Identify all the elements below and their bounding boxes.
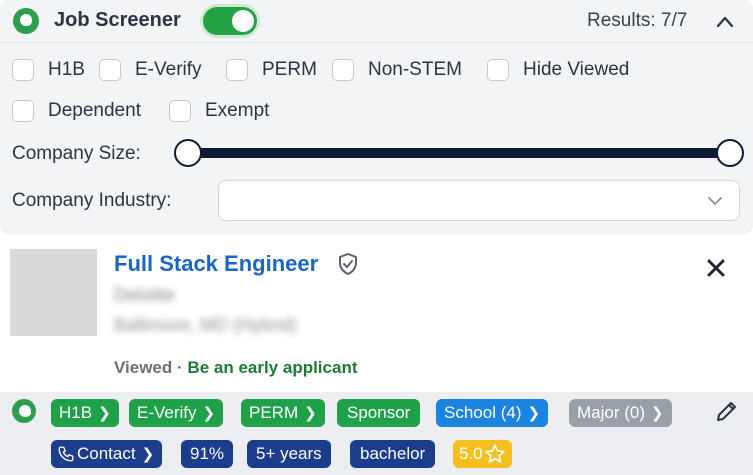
header-divider — [0, 42, 753, 43]
tag-label: 5+ years — [256, 444, 322, 463]
checkbox-box[interactable] — [12, 100, 34, 122]
tag-major[interactable]: Major (0) ❯ — [569, 399, 672, 427]
toggle-knob — [232, 10, 254, 32]
company-size-min-handle[interactable] — [174, 139, 202, 167]
results-count: Results: 7/7 — [587, 10, 688, 31]
checkbox-label: Non-STEM — [368, 59, 462, 80]
company-size-slider-track[interactable] — [188, 148, 730, 158]
checkbox-dependent[interactable]: Dependent — [12, 98, 141, 124]
job-status: Viewed · Be an early applicant — [114, 358, 358, 378]
tag-label: 5.0 — [459, 444, 483, 463]
chevron-right-icon: ❯ — [98, 405, 111, 422]
tag-e-verify[interactable]: E-Verify ❯ — [129, 399, 224, 427]
job-title-link[interactable]: Full Stack Engineer — [114, 251, 318, 277]
early-applicant-label: Be an early applicant — [187, 358, 358, 377]
tag-bar: H1B ❯ E-Verify ❯ PERM ❯ Sponsor School (4) ❯… — [0, 392, 753, 475]
app-logo-icon — [12, 399, 36, 423]
company-size-max-handle[interactable] — [716, 139, 744, 167]
chevron-right-icon: ❯ — [202, 405, 216, 422]
checkbox-hide-viewed[interactable]: Hide Viewed — [487, 57, 629, 83]
checkbox-non-stem[interactable]: Non-STEM — [332, 57, 462, 83]
chevron-right-icon: ❯ — [141, 446, 155, 463]
checkbox-box[interactable] — [99, 59, 121, 81]
checkbox-label: PERM — [262, 59, 317, 80]
tag-degree[interactable]: bachelor — [350, 440, 436, 468]
tag-rating[interactable]: 5.0 — [453, 440, 512, 468]
checkbox-label: Exempt — [205, 100, 270, 121]
screener-toggle[interactable] — [203, 7, 257, 35]
checkbox-box[interactable] — [226, 59, 248, 81]
tag-match-score[interactable]: 91% — [181, 440, 234, 468]
star-icon — [485, 444, 505, 463]
company-size-label: Company Size: — [12, 143, 141, 164]
job-location: Baltimore, MD (Hybrid) — [114, 315, 298, 335]
chevron-up-icon[interactable] — [715, 12, 735, 32]
chevron-right-icon: ❯ — [304, 405, 317, 422]
pencil-edit-icon[interactable] — [714, 398, 740, 424]
app-title: Job Screener — [54, 9, 181, 31]
checkbox-box[interactable] — [12, 59, 34, 81]
tag-label: 91% — [190, 444, 225, 463]
tag-label: H1B — [59, 403, 93, 422]
checkbox-label: E-Verify — [135, 59, 202, 80]
tag-perm[interactable]: PERM ❯ — [241, 399, 325, 427]
tag-sponsor[interactable]: Sponsor — [337, 399, 421, 427]
company-industry-select[interactable] — [218, 180, 740, 221]
shield-check-icon — [339, 253, 357, 275]
tag-h1b[interactable]: H1B ❯ — [51, 399, 119, 427]
checkbox-box[interactable] — [332, 59, 354, 81]
tag-label: E-Verify — [137, 403, 197, 422]
tag-label: Contact — [77, 444, 136, 463]
chevron-right-icon: ❯ — [527, 405, 541, 422]
checkbox-label: H1B — [48, 59, 85, 80]
tag-school[interactable]: School (4) ❯ — [436, 399, 549, 427]
checkbox-h1b[interactable]: H1B — [12, 57, 85, 83]
viewed-label: Viewed — [114, 358, 173, 377]
checkbox-perm[interactable]: PERM — [226, 57, 317, 83]
tag-contact[interactable]: Contact ❯ — [51, 440, 163, 468]
checkbox-label: Dependent — [48, 100, 141, 121]
tag-experience[interactable]: 5+ years — [247, 440, 331, 468]
phone-icon — [58, 446, 74, 462]
company-logo-placeholder — [10, 249, 97, 336]
status-separator: · — [177, 358, 183, 377]
tag-label: PERM — [249, 403, 299, 422]
company-name: Deloitte — [114, 285, 176, 305]
chevron-down-icon — [708, 197, 722, 205]
app-logo-icon — [13, 8, 39, 34]
checkbox-label: Hide Viewed — [523, 59, 630, 80]
tag-label: Sponsor — [347, 403, 411, 422]
job-card[interactable]: Full Stack Engineer Deloitte Baltimore, … — [0, 235, 753, 392]
checkbox-box[interactable] — [169, 100, 191, 122]
tag-label: School (4) — [444, 403, 522, 422]
checkbox-box[interactable] — [487, 59, 509, 81]
filter-panel: Job Screener Results: 7/7 H1B E-Verify P… — [0, 0, 753, 235]
header-bar: Job Screener Results: 7/7 — [0, 0, 753, 42]
chevron-right-icon: ❯ — [651, 405, 664, 422]
company-industry-label: Company Industry: — [12, 190, 172, 211]
tag-label: bachelor — [360, 444, 426, 463]
checkbox-exempt[interactable]: Exempt — [169, 98, 269, 124]
tag-label: Major (0) — [577, 403, 646, 422]
close-icon[interactable] — [703, 255, 729, 281]
checkbox-e-verify[interactable]: E-Verify — [99, 57, 202, 83]
